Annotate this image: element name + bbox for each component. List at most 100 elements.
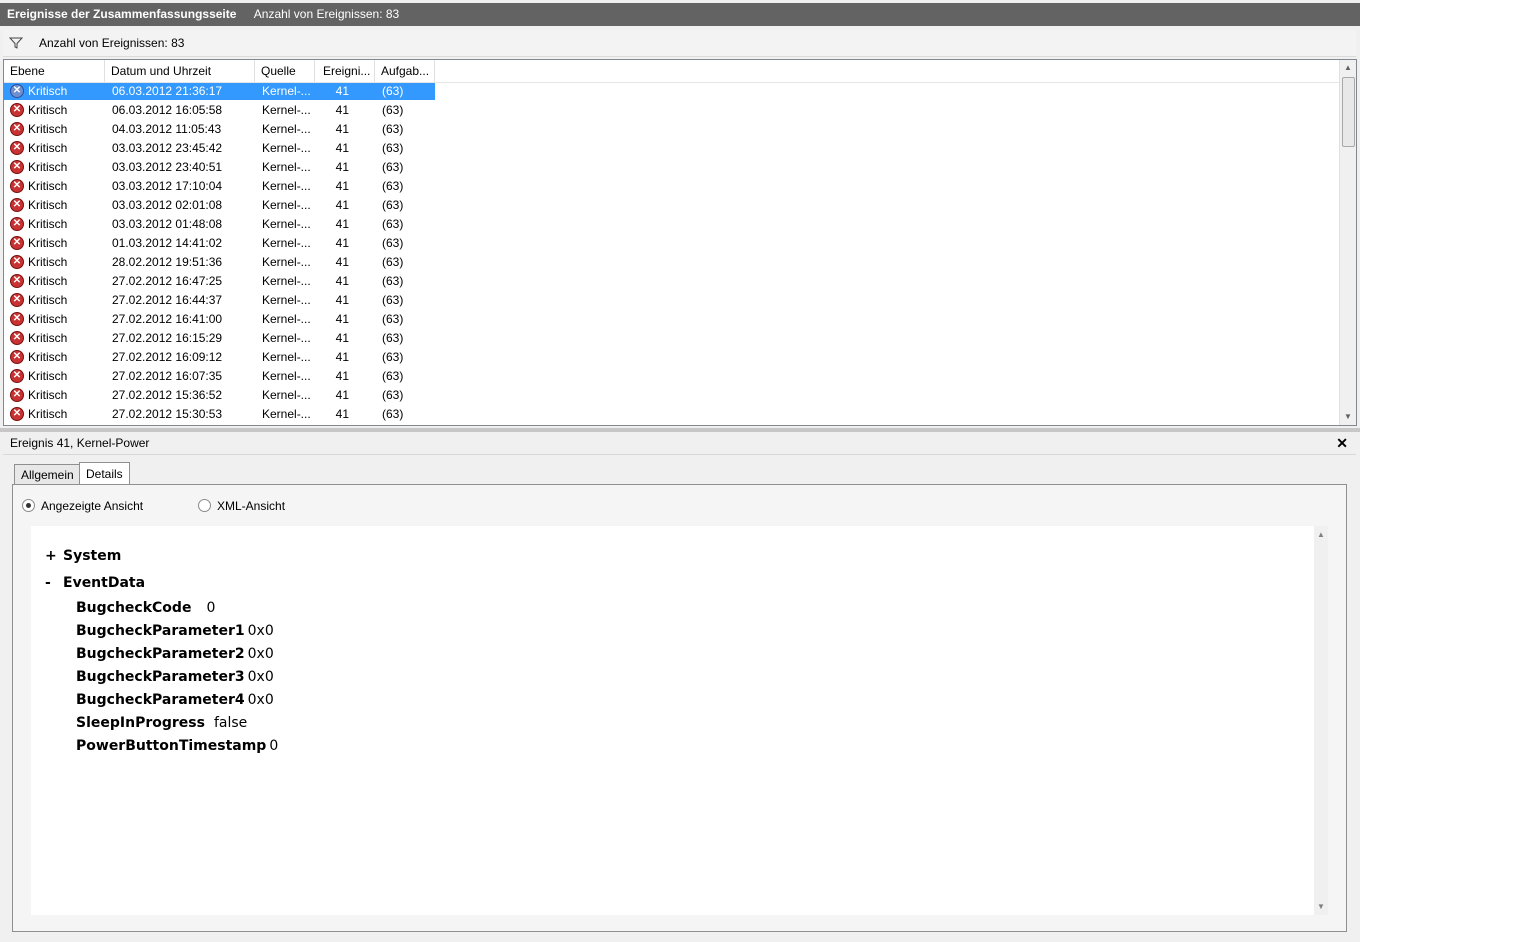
event-viewer-window: Ereignisse der Zusammenfassungsseite Anz…: [0, 0, 1360, 942]
cell-level: Kritisch: [28, 274, 68, 288]
column-header-event-id[interactable]: Ereigni...: [315, 60, 375, 82]
cell-event-id: 41: [335, 179, 349, 193]
table-row[interactable]: ✕ Kritisch 27.02.2012 15:30:53 Kernel-... 41…: [4, 405, 1341, 424]
cell-datetime: 03.03.2012 02:01:08: [112, 198, 223, 212]
cell-source: Kernel-...: [262, 84, 311, 98]
cell-level: Kritisch: [28, 388, 68, 402]
scroll-up-arrow-icon[interactable]: ▲: [1340, 60, 1356, 76]
cell-datetime: 27.02.2012 15:36:52: [112, 388, 223, 402]
cell-datetime: 27.02.2012 16:41:00: [112, 312, 223, 326]
tree-node-system[interactable]: + System: [45, 548, 121, 564]
table-row[interactable]: ✕ Kritisch 03.03.2012 17:10:04 Kernel-... 41…: [4, 177, 1341, 196]
cell-task: (63): [382, 198, 404, 212]
radio-displayed-view[interactable]: Angezeigte Ansicht: [22, 499, 143, 513]
expand-toggle[interactable]: +: [45, 548, 63, 564]
table-row[interactable]: ✕ Kritisch 04.03.2012 11:05:43 Kernel-... 41…: [4, 120, 1341, 139]
table-scrollbar[interactable]: ▲ ▼: [1339, 60, 1356, 425]
cell-level: Kritisch: [28, 369, 68, 383]
table-row[interactable]: ✕ Kritisch 28.02.2012 19:51:36 Kernel-... 41…: [4, 253, 1341, 272]
critical-error-icon: ✕: [10, 255, 24, 269]
cell-datetime: 27.02.2012 16:47:25: [112, 274, 223, 288]
table-row[interactable]: ✕ Kritisch 03.03.2012 23:45:42 Kernel-... 41…: [4, 139, 1341, 158]
cell-level: Kritisch: [28, 141, 68, 155]
scroll-up-arrow-icon[interactable]: ▲: [1314, 530, 1328, 539]
critical-error-icon: ✕: [10, 293, 24, 307]
table-row[interactable]: ✕ Kritisch 27.02.2012 16:47:25 Kernel-... 41…: [4, 272, 1341, 291]
scroll-down-arrow-icon[interactable]: ▼: [1314, 902, 1328, 911]
critical-error-icon: ✕: [10, 274, 24, 288]
tree-node-eventdata[interactable]: - EventData: [45, 575, 145, 591]
scroll-down-arrow-icon[interactable]: ▼: [1340, 409, 1356, 425]
cell-level: Kritisch: [28, 293, 68, 307]
tab-details[interactable]: Details: [79, 462, 130, 485]
critical-error-icon: ✕: [10, 331, 24, 345]
cell-datetime: 28.02.2012 19:51:36: [112, 255, 223, 269]
table-row[interactable]: ✕ Kritisch 06.03.2012 21:36:17 Kernel-... 41…: [4, 82, 1341, 101]
table-row[interactable]: ✕ Kritisch 27.02.2012 16:09:12 Kernel-... 41…: [4, 348, 1341, 367]
table-row[interactable]: ✕ Kritisch 03.03.2012 01:48:08 Kernel-... 41…: [4, 215, 1341, 234]
critical-error-icon: ✕: [10, 141, 24, 155]
window-title: Ereignisse der Zusammenfassungsseite: [7, 7, 237, 21]
cell-datetime: 03.03.2012 23:45:42: [112, 141, 223, 155]
table-row[interactable]: ✕ Kritisch 27.02.2012 16:41:00 Kernel-... 41…: [4, 310, 1341, 329]
table-row[interactable]: ✕ Kritisch 27.02.2012 15:36:52 Kernel-... 41…: [4, 386, 1341, 405]
cell-datetime: 27.02.2012 16:07:35: [112, 369, 223, 383]
table-row[interactable]: ✕ Kritisch 27.02.2012 16:44:37 Kernel-... 41…: [4, 291, 1341, 310]
filter-icon[interactable]: [9, 36, 23, 50]
table-row[interactable]: ✕ Kritisch 03.03.2012 02:01:08 Kernel-... 41…: [4, 196, 1341, 215]
critical-error-icon: ✕: [10, 312, 24, 326]
tree-node-label: System: [63, 548, 122, 564]
column-header-datetime[interactable]: Datum und Uhrzeit: [105, 60, 255, 82]
cell-datetime: 27.02.2012 15:30:53: [112, 407, 223, 421]
cell-event-id: 41: [335, 122, 349, 136]
cell-task: (63): [382, 236, 404, 250]
table-row[interactable]: ✕ Kritisch 27.02.2012 16:15:29 Kernel-... 41…: [4, 329, 1341, 348]
column-header-source[interactable]: Quelle: [255, 60, 315, 82]
cell-level: Kritisch: [28, 312, 68, 326]
table-row[interactable]: ✕ Kritisch 27.02.2012 16:07:35 Kernel-... 41…: [4, 367, 1341, 386]
cell-task: (63): [382, 122, 404, 136]
events-table[interactable]: Ebene Datum und Uhrzeit Quelle Ereigni..…: [3, 59, 1357, 426]
cell-task: (63): [382, 369, 404, 383]
cell-level: Kritisch: [28, 236, 68, 250]
cell-task: (63): [382, 312, 404, 326]
critical-error-icon: ✕: [10, 236, 24, 250]
cell-level: Kritisch: [28, 179, 68, 193]
radio-selected-icon[interactable]: [22, 499, 35, 513]
field-key: BugcheckParameter1: [76, 623, 245, 639]
collapse-toggle[interactable]: -: [45, 575, 63, 591]
field-key: SleepInProgress: [76, 715, 205, 731]
radio-xml-view[interactable]: XML-Ansicht: [198, 499, 285, 513]
cell-task: (63): [382, 350, 404, 364]
table-row[interactable]: ✕ Kritisch 06.03.2012 16:05:58 Kernel-... 41…: [4, 101, 1341, 120]
cell-source: Kernel-...: [262, 407, 311, 421]
table-row[interactable]: ✕ Kritisch 01.03.2012 14:41:02 Kernel-... 41…: [4, 234, 1341, 253]
cell-level: Kritisch: [28, 198, 68, 212]
critical-error-icon: ✕: [10, 103, 24, 117]
radio-displayed-view-label: Angezeigte Ansicht: [41, 499, 144, 513]
radio-unselected-icon[interactable]: [198, 499, 211, 513]
cell-task: (63): [382, 274, 404, 288]
cell-event-id: 41: [335, 369, 349, 383]
tab-allgemein[interactable]: Allgemein: [14, 464, 81, 485]
cell-datetime: 03.03.2012 01:48:08: [112, 217, 223, 231]
cell-level: Kritisch: [28, 84, 68, 98]
column-header-task[interactable]: Aufgab...: [375, 60, 435, 82]
cell-task: (63): [382, 407, 404, 421]
cell-source: Kernel-...: [262, 179, 311, 193]
cell-event-id: 41: [335, 331, 349, 345]
field-value: 0: [269, 738, 279, 754]
cell-level: Kritisch: [28, 331, 68, 345]
eventdata-field: SleepInProgress false: [76, 715, 247, 731]
field-key: BugcheckCode: [76, 600, 192, 616]
critical-error-icon: ✕: [10, 84, 24, 98]
cell-source: Kernel-...: [262, 103, 311, 117]
field-key: BugcheckParameter3: [76, 669, 245, 685]
close-icon[interactable]: ✕: [1336, 432, 1348, 454]
detail-scrollbar[interactable]: ▲ ▼: [1314, 526, 1328, 915]
critical-error-icon: ✕: [10, 217, 24, 231]
column-header-level[interactable]: Ebene: [4, 60, 105, 82]
critical-error-icon: ✕: [10, 179, 24, 193]
table-row[interactable]: ✕ Kritisch 03.03.2012 23:40:51 Kernel-... 41…: [4, 158, 1341, 177]
scrollbar-thumb[interactable]: [1342, 77, 1355, 147]
